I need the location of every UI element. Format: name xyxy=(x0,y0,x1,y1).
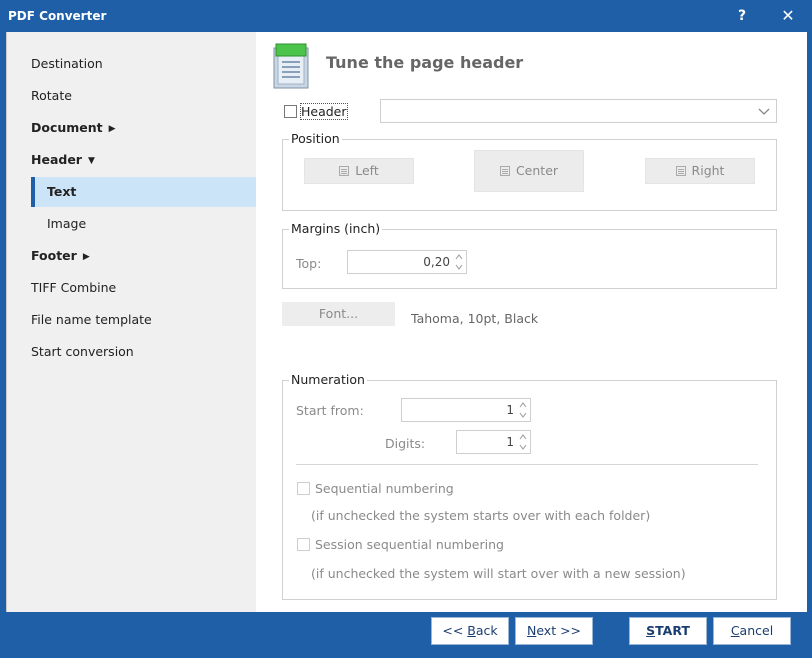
window-title: PDF Converter xyxy=(8,9,107,23)
footer-bar: << Back Next >> START Cancel xyxy=(6,612,806,652)
header-checkbox-label[interactable]: Header xyxy=(300,103,348,120)
spin-down-icon[interactable] xyxy=(518,442,528,452)
margins-group-title: Margins (inch) xyxy=(289,221,383,236)
app-window: PDF Converter ? ✕ Destination Rotate Doc… xyxy=(0,0,812,658)
spin-down-icon[interactable] xyxy=(518,410,528,420)
expand-right-icon: ▶ xyxy=(108,124,116,134)
digits-stepper[interactable]: 1 xyxy=(456,430,531,454)
back-label: ack xyxy=(475,623,498,638)
sidebar-item-rotate[interactable]: Rotate xyxy=(31,81,72,111)
sidebar-item-start-conversion[interactable]: Start conversion xyxy=(31,337,134,367)
sidebar-item-text[interactable]: Text xyxy=(47,177,76,207)
sidebar-item-file-name-template[interactable]: File name template xyxy=(31,305,152,335)
sidebar-item-label: Rotate xyxy=(31,88,72,103)
sidebar-item-label: Document xyxy=(31,120,103,135)
align-center-label: Center xyxy=(515,163,559,178)
session-numbering-checkbox[interactable] xyxy=(297,538,310,551)
cancel-label: ancel xyxy=(739,623,774,638)
back-mnemonic: B xyxy=(467,623,476,638)
font-button[interactable]: Font... xyxy=(282,302,395,326)
sidebar-item-document[interactable]: Document ▶ xyxy=(31,113,116,143)
header-checkbox[interactable] xyxy=(284,105,297,118)
margins-group: Margins (inch) Top: 0,20 xyxy=(282,221,777,289)
align-right-icon xyxy=(675,166,686,176)
cancel-mnemonic: C xyxy=(730,623,740,638)
close-icon[interactable]: ✕ xyxy=(774,5,802,27)
font-description: Tahoma, 10pt, Black xyxy=(411,311,539,326)
start-label: TART xyxy=(655,623,690,638)
sidebar-item-footer[interactable]: Footer ▶ xyxy=(31,241,90,271)
spin-up-icon[interactable] xyxy=(454,252,464,262)
top-margin-value: 0,20 xyxy=(423,255,450,269)
align-center-button[interactable]: Center xyxy=(474,150,584,192)
start-button[interactable]: START xyxy=(629,617,707,645)
start-from-stepper[interactable]: 1 xyxy=(401,398,531,422)
spin-up-icon[interactable] xyxy=(518,400,528,410)
digits-value: 1 xyxy=(506,435,514,449)
title-bar: PDF Converter ? ✕ xyxy=(0,0,812,32)
sequential-numbering-hint: (if unchecked the system starts over wit… xyxy=(311,508,651,523)
sidebar-item-label: Text xyxy=(47,184,77,199)
sidebar-item-image[interactable]: Image xyxy=(47,209,86,239)
expand-down-icon: ▼ xyxy=(87,156,95,166)
session-numbering-hint: (if unchecked the system will start over… xyxy=(311,566,686,581)
sidebar-item-tiff-combine[interactable]: TIFF Combine xyxy=(31,273,116,303)
cancel-button[interactable]: Cancel xyxy=(713,617,791,645)
align-right-button[interactable]: Right xyxy=(645,158,755,184)
start-mnemonic: S xyxy=(646,623,656,638)
align-left-label: Left xyxy=(355,163,379,178)
chevron-down-icon[interactable] xyxy=(756,102,772,120)
top-margin-label: Top: xyxy=(296,256,322,271)
sidebar-item-destination[interactable]: Destination xyxy=(31,49,103,79)
settings-panel: Tune the page header Header Position Lef… xyxy=(256,32,807,612)
help-button[interactable]: ? xyxy=(728,5,756,27)
spin-up-icon[interactable] xyxy=(518,432,528,442)
page-header-icon xyxy=(273,43,309,89)
start-from-label: Start from: xyxy=(296,403,364,418)
numeration-group-title: Numeration xyxy=(289,372,367,387)
sidebar-item-label: Header xyxy=(31,152,82,167)
align-left-button[interactable]: Left xyxy=(304,158,414,184)
position-group: Position Left Center Right xyxy=(282,131,777,211)
next-mnemonic: N xyxy=(526,623,537,638)
expand-right-icon: ▶ xyxy=(82,252,90,262)
sidebar: Destination Rotate Document ▶ Header ▼ Tex… xyxy=(7,32,256,612)
start-from-value: 1 xyxy=(506,403,514,417)
back-prefix: << xyxy=(442,623,468,638)
sidebar-item-label: Destination xyxy=(31,56,103,71)
digits-label: Digits: xyxy=(385,436,426,451)
back-button[interactable]: << Back xyxy=(431,617,509,645)
sequential-numbering-checkbox[interactable] xyxy=(297,482,310,495)
sidebar-item-header[interactable]: Header ▼ xyxy=(31,145,95,175)
sequential-numbering-label[interactable]: Sequential numbering xyxy=(315,481,454,496)
page-title: Tune the page header xyxy=(326,53,524,72)
dialog-body: Destination Rotate Document ▶ Header ▼ Tex… xyxy=(6,32,807,612)
sidebar-item-label: Image xyxy=(47,216,87,231)
align-center-icon xyxy=(499,166,510,176)
next-label: ext >> xyxy=(536,623,582,638)
numeration-divider xyxy=(296,464,758,465)
spin-down-icon[interactable] xyxy=(454,262,464,272)
align-right-label: Right xyxy=(691,163,725,178)
top-margin-stepper[interactable]: 0,20 xyxy=(347,250,467,274)
header-text-combo[interactable] xyxy=(380,99,777,123)
session-numbering-label[interactable]: Session sequential numbering xyxy=(315,537,504,552)
align-left-icon xyxy=(339,166,350,176)
sidebar-item-label: File name template xyxy=(31,312,152,327)
sidebar-item-label: TIFF Combine xyxy=(31,280,117,295)
sidebar-item-label: Start conversion xyxy=(31,344,134,359)
next-button[interactable]: Next >> xyxy=(515,617,593,645)
numeration-group: Numeration Start from: 1 Digits: 1 Seque… xyxy=(282,372,777,600)
sidebar-item-label: Footer xyxy=(31,248,77,263)
position-group-title: Position xyxy=(289,131,342,146)
